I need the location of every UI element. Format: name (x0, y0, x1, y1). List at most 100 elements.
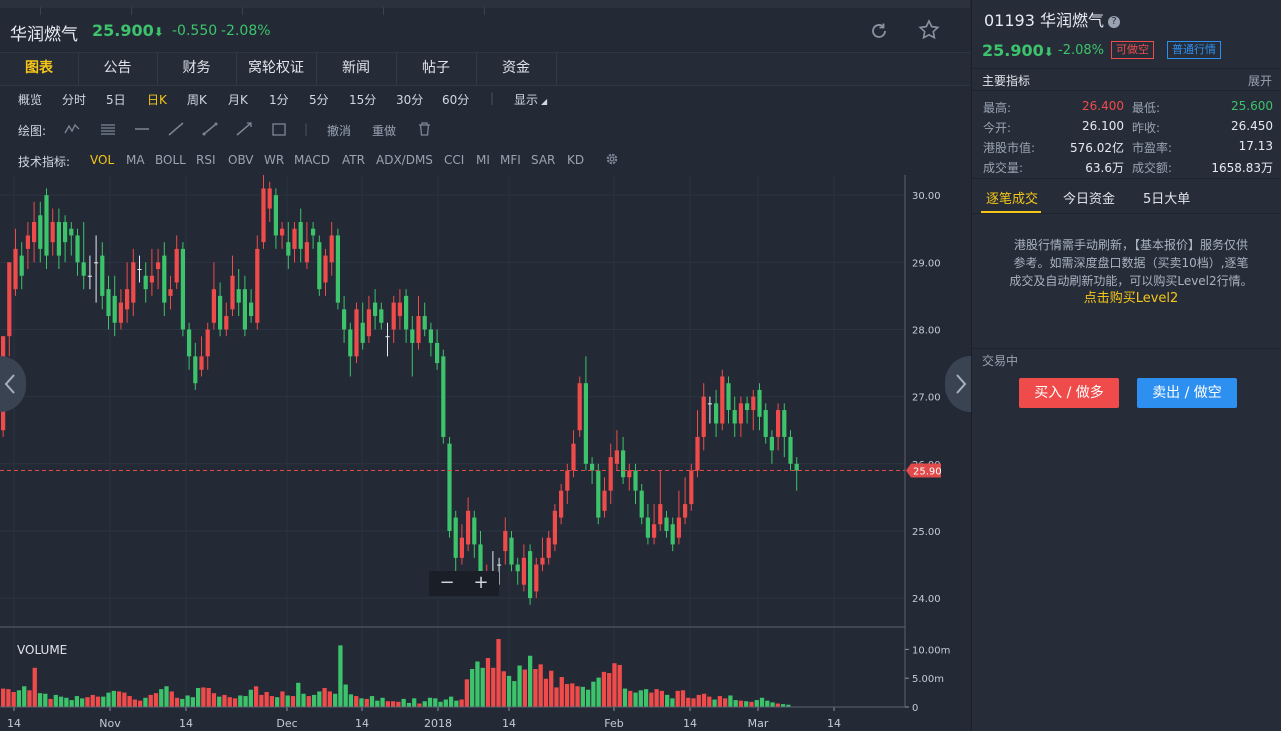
candle-body (776, 410, 781, 437)
polyline-tool-icon[interactable] (64, 122, 80, 139)
indicator-ma[interactable]: MA (126, 153, 145, 167)
segment-tool-icon[interactable] (202, 122, 218, 139)
tab-announcements[interactable]: 公告 (78, 53, 158, 85)
volume-bar (775, 703, 780, 707)
redo-button[interactable]: 重做 (372, 122, 396, 139)
period-daily[interactable]: 日K (147, 91, 167, 108)
tab-financials[interactable]: 财务 (157, 53, 237, 85)
metric-value-open: 26.100 (1082, 119, 1124, 133)
volume-bar (728, 695, 733, 707)
star-icon[interactable] (916, 17, 942, 43)
candlestick-chart[interactable]: 30.0029.0028.0027.0026.0025.0024.0014Nov… (0, 175, 970, 731)
expand-link[interactable]: 展开 (1248, 72, 1272, 89)
period-monthly[interactable]: 月K (228, 91, 248, 108)
toolbar-separator: | (304, 122, 309, 136)
period-overview[interactable]: 概览 (18, 91, 42, 108)
indicator-sar[interactable]: SAR (531, 153, 555, 167)
tab-5day-large-orders[interactable]: 5日大单 (1143, 188, 1190, 207)
volume-bar (701, 693, 707, 707)
volume-bar (69, 700, 74, 707)
period-60min[interactable]: 60分 (442, 91, 469, 108)
tab-today-capital[interactable]: 今日资金 (1063, 188, 1115, 207)
period-5min[interactable]: 5分 (309, 91, 329, 108)
price-tick-label: 27.00 (912, 393, 941, 404)
sell-short-button[interactable]: 卖出 / 做空 (1137, 378, 1237, 408)
candle-body (751, 396, 756, 411)
time-tick-label: 14 (355, 717, 369, 730)
indicator-boll[interactable]: BOLL (155, 153, 186, 167)
tab-warrants[interactable]: 窝轮权证 (236, 53, 317, 85)
volume-bar (480, 667, 485, 707)
tab-chart[interactable]: 图表 (0, 53, 79, 85)
indicator-settings-gear-icon[interactable] (605, 152, 619, 169)
indicator-mi[interactable]: MI (476, 153, 490, 167)
undo-button[interactable]: 撤消 (327, 122, 351, 139)
candle-body (670, 524, 675, 545)
buy-level2-link[interactable]: 点击购买Level2 (994, 290, 1268, 308)
indicator-cci[interactable]: CCI (444, 153, 464, 167)
indicator-rsi[interactable]: RSI (196, 153, 216, 167)
indicator-kd[interactable]: KD (567, 153, 584, 167)
trend-line-tool-icon[interactable] (168, 122, 184, 139)
volume-bar (259, 694, 264, 707)
period-5day[interactable]: 5日 (106, 91, 126, 108)
volume-bar (770, 702, 775, 707)
indicator-adx-dms[interactable]: ADX/DMS (376, 153, 433, 167)
indicator-label: 技术指标: (18, 155, 71, 169)
period-30min[interactable]: 30分 (396, 91, 423, 108)
candle-body (106, 289, 111, 317)
indicator-vol[interactable]: VOL (90, 153, 114, 167)
display-dropdown[interactable]: 显示 ◢ (514, 91, 547, 108)
volume-bar (364, 698, 369, 707)
metric-value-low: 25.600 (1231, 99, 1273, 113)
candle-body (118, 302, 123, 323)
volume-bar (485, 658, 491, 707)
candle-body (224, 316, 229, 330)
zoom-out-minus-icon[interactable]: − (435, 573, 459, 593)
candle-body (25, 235, 30, 249)
candle-body (112, 295, 117, 323)
refresh-icon[interactable] (866, 18, 892, 44)
period-intraday[interactable]: 分时 (62, 91, 86, 108)
candle-body (447, 443, 452, 531)
candle-body (267, 188, 272, 209)
drawing-label: 绘图: (18, 124, 47, 138)
level2-notice: 港股行情需手动刷新，【基本报价】服务仅供 参考。如需深度盘口数据（买卖10档）,… (994, 236, 1268, 308)
quote-level-badge[interactable]: 普通行情 (1167, 41, 1221, 59)
volume-bar (11, 692, 16, 707)
indicator-mfi[interactable]: MFI (500, 153, 521, 167)
stock-tab-strip (0, 0, 970, 15)
period-15min[interactable]: 15分 (349, 91, 376, 108)
volume-bar (116, 691, 122, 707)
volume-bar (354, 696, 359, 707)
candle-body (38, 215, 43, 249)
time-tick-label: 14 (827, 717, 841, 730)
tab-tick-trades[interactable]: 逐笔成交 (986, 188, 1038, 207)
rectangle-tool-icon[interactable] (272, 123, 286, 139)
volume-bar (301, 693, 306, 707)
time-tick-label: Mar (748, 717, 769, 730)
volume-bar (338, 645, 343, 707)
tab-news[interactable]: 新闻 (316, 53, 397, 85)
candle-body (714, 403, 719, 424)
period-weekly[interactable]: 周K (187, 91, 207, 108)
indicator-atr[interactable]: ATR (342, 153, 365, 167)
parallel-lines-tool-icon[interactable] (100, 123, 116, 138)
trash-icon[interactable] (418, 122, 431, 139)
zoom-in-plus-icon[interactable]: + (469, 573, 493, 593)
help-question-icon[interactable]: ? (1108, 15, 1120, 28)
period-1min[interactable]: 1分 (269, 91, 289, 108)
volume-bar (201, 687, 206, 707)
volume-bar (412, 698, 417, 707)
tab-capital[interactable]: 资金 (476, 53, 557, 85)
indicator-macd[interactable]: MACD (294, 153, 330, 167)
indicator-wr[interactable]: WR (264, 153, 284, 167)
ray-tool-icon[interactable] (236, 122, 252, 139)
caret-icon: ◢ (541, 97, 548, 106)
candle-body (317, 242, 322, 290)
buy-long-button[interactable]: 买入 / 做多 (1019, 378, 1119, 408)
horizontal-line-tool-icon[interactable] (134, 123, 150, 138)
indicator-obv[interactable]: OBV (228, 153, 254, 167)
tab-posts[interactable]: 帖子 (396, 53, 477, 85)
volume-bar (153, 693, 159, 707)
